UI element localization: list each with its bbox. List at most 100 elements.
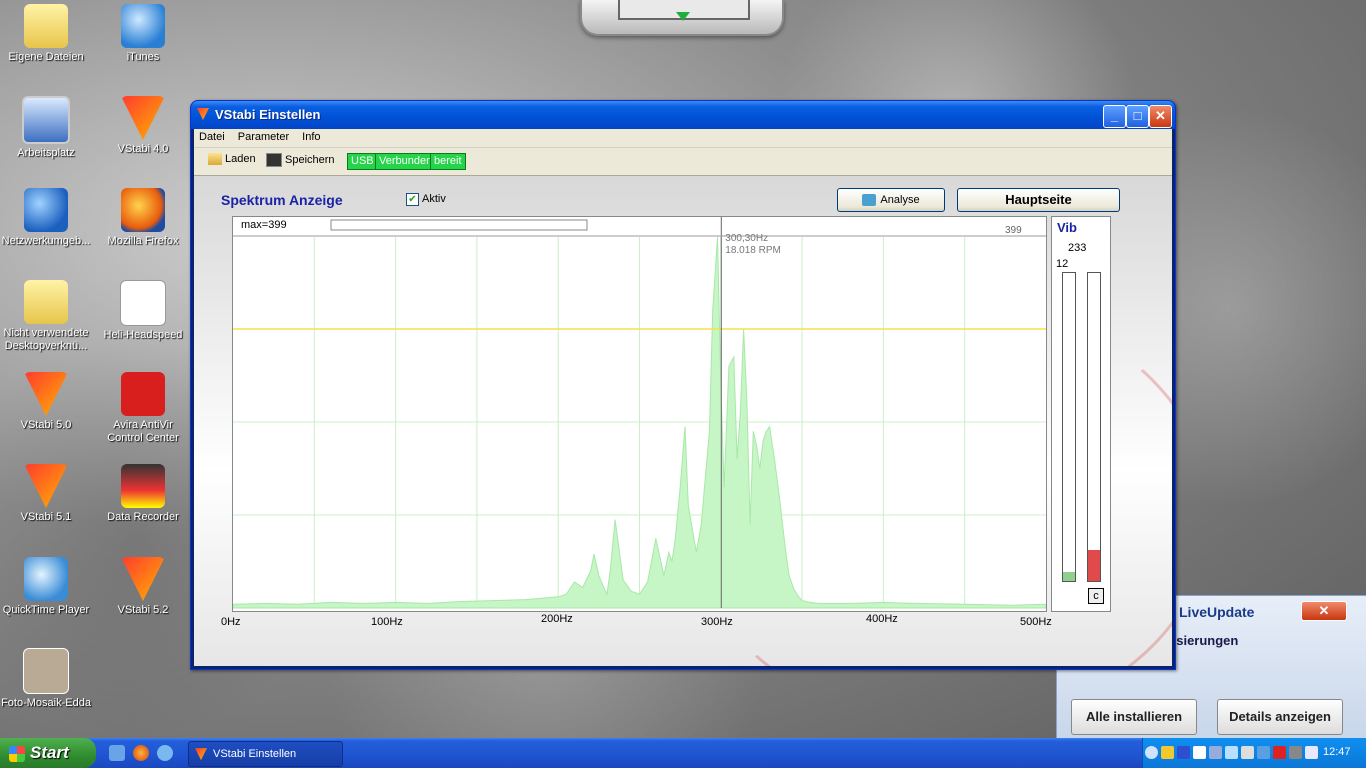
start-label: Start	[30, 743, 69, 762]
spectrum-panel: Spektrum Anzeige ✔ Aktiv Analyse Hauptse…	[194, 176, 1172, 666]
window-title: VStabi Einstellen	[215, 107, 321, 122]
desktop-icon-label: Avira AntiVir Control Center	[107, 419, 179, 444]
x-tick-label: 100Hz	[371, 616, 403, 628]
desktop-icon-label: Netzwerkumgeb...	[1, 235, 91, 247]
save-button[interactable]: Speichern	[266, 153, 335, 167]
desktop-icon-label: VStabi 5.1	[20, 511, 72, 523]
top-gadget[interactable]	[580, 0, 784, 36]
desktop-icon-firefox[interactable]: Mozilla Firefox	[97, 188, 189, 248]
vib-bar-right-fill	[1088, 550, 1100, 581]
avira-icon	[121, 372, 165, 416]
details-button[interactable]: Details anzeigen	[1217, 699, 1343, 735]
tray-icon[interactable]	[1225, 746, 1238, 759]
vib-bar-left	[1062, 272, 1076, 582]
ready-indicator: bereit	[430, 153, 466, 170]
x-tick-label: 200Hz	[541, 613, 573, 625]
connected-indicator: Verbunden	[375, 153, 437, 170]
windows-flag-icon	[9, 745, 25, 762]
desktop-icon-label: VStabi 5.2	[117, 604, 169, 616]
firefox-quicklaunch-icon[interactable]	[133, 745, 149, 761]
main-page-button[interactable]: Hauptseite	[957, 188, 1120, 212]
ie-quicklaunch-icon[interactable]	[109, 745, 125, 761]
browser-quicklaunch-icon[interactable]	[157, 745, 173, 761]
heli-icon	[120, 280, 166, 326]
desktop-icon-nicht-verwendete[interactable]: Nicht verwendete Desktopverknü...	[0, 280, 92, 353]
shield-icon[interactable]	[1161, 746, 1174, 759]
x-tick-label: 300Hz	[701, 616, 733, 628]
menu-bar: Datei Parameter Info	[194, 129, 1172, 148]
close-button[interactable]: ✕	[1149, 105, 1172, 128]
liveupdate-subtitle: lisierungen	[1169, 633, 1239, 648]
firefox-icon	[121, 188, 165, 232]
clock: 12:47	[1323, 746, 1351, 758]
save-label: Speichern	[285, 153, 335, 166]
minimize-button[interactable]: _	[1103, 105, 1126, 128]
desktop-icon-netzwerk[interactable]: Netzwerkumgeb...	[0, 188, 92, 248]
taskbar: Start VStabi Einstellen 12:47	[0, 738, 1366, 768]
spectrum-svg: max=399 399 300,30Hz 18.018 RPM	[233, 217, 1046, 609]
monitor-icon[interactable]	[1209, 746, 1222, 759]
desktop-icon-vstabi-40[interactable]: VStabi 4.0	[97, 96, 189, 156]
install-all-button[interactable]: Alle installieren	[1071, 699, 1197, 735]
vstabi-icon	[121, 96, 165, 140]
desktop-icon-itunes[interactable]: iTunes	[97, 4, 189, 64]
bluetooth-icon[interactable]	[1177, 746, 1190, 759]
desktop-icon-vstabi-50[interactable]: VStabi 5.0	[0, 372, 92, 432]
vib-reset-button[interactable]: c	[1088, 588, 1104, 604]
desktop-icon-heli-headspeed[interactable]: Heli-Headspeed	[97, 280, 189, 342]
network-tray-icon[interactable]	[1193, 746, 1206, 759]
load-label: Laden	[225, 153, 256, 165]
desktop-icon-quicktime[interactable]: QuickTime Player	[0, 557, 92, 617]
desktop-icon-eigene-dateien[interactable]: Eigene Dateien	[0, 4, 92, 64]
desktop-icon-label: Foto-Mosaik-Edda	[1, 697, 91, 709]
mosaic-icon	[23, 648, 69, 694]
title-bar[interactable]: VStabi Einstellen _ □ ✕	[191, 101, 1175, 129]
recorder-icon	[121, 464, 165, 508]
max-label: max=399	[241, 219, 287, 231]
active-label: Aktiv	[422, 193, 446, 205]
menu-parameter[interactable]: Parameter	[233, 129, 294, 145]
desktop-icon-label: Mozilla Firefox	[107, 235, 179, 247]
vib-bar-right	[1087, 272, 1101, 582]
toolbar: Laden Speichern USB Verbunden bereit	[194, 148, 1172, 176]
desktop-icon-data-recorder[interactable]: Data Recorder	[97, 464, 189, 524]
desktop-icon-label: Arbeitsplatz	[17, 147, 75, 159]
save-icon	[266, 153, 282, 167]
app-icon	[197, 108, 209, 120]
menu-datei[interactable]: Datei	[194, 129, 230, 145]
folder-icon	[24, 4, 68, 48]
tray-expand-icon[interactable]	[1145, 746, 1158, 759]
computer-icon	[22, 96, 70, 144]
desktop-icon-foto-mosaik[interactable]: Foto-Mosaik-Edda	[0, 648, 92, 710]
tray-icon[interactable]	[1257, 746, 1270, 759]
x-tick-label: 400Hz	[866, 613, 898, 625]
maximize-button[interactable]: □	[1126, 105, 1149, 128]
desktop-icon-vstabi-52[interactable]: VStabi 5.2	[97, 557, 189, 617]
desktop-icon-arbeitsplatz[interactable]: Arbeitsplatz	[0, 96, 92, 160]
range-slider[interactable]	[330, 219, 588, 231]
volume-icon[interactable]	[1305, 746, 1318, 759]
close-icon[interactable]: ✕	[1301, 601, 1347, 621]
tray-icon[interactable]	[1241, 746, 1254, 759]
desktop-icon-label: Eigene Dateien	[8, 51, 84, 63]
itunes-icon	[121, 4, 165, 48]
expand-arrow-icon[interactable]	[676, 12, 690, 21]
avira-tray-icon[interactable]	[1273, 746, 1286, 759]
network-icon	[24, 188, 68, 232]
analyse-button[interactable]: Analyse	[837, 188, 945, 212]
menu-info[interactable]: Info	[297, 129, 325, 145]
tray-icon[interactable]	[1289, 746, 1302, 759]
max-value-label: 399	[1005, 225, 1022, 236]
active-checkbox[interactable]: ✔	[406, 193, 419, 206]
desktop-icon-vstabi-51[interactable]: VStabi 5.1	[0, 464, 92, 524]
desktop-icon-avira[interactable]: Avira AntiVir Control Center	[97, 372, 189, 445]
desktop-icon-label: VStabi 5.0	[20, 419, 72, 431]
vstabi-icon	[195, 748, 207, 761]
page-title: Spektrum Anzeige	[221, 192, 343, 208]
x-tick-label: 0Hz	[221, 616, 241, 628]
load-button[interactable]: Laden	[208, 153, 256, 166]
taskbar-item-vstabi[interactable]: VStabi Einstellen	[188, 741, 343, 767]
vstabi-icon	[24, 464, 68, 508]
folder-icon	[24, 280, 68, 324]
start-button[interactable]: Start	[0, 738, 96, 768]
